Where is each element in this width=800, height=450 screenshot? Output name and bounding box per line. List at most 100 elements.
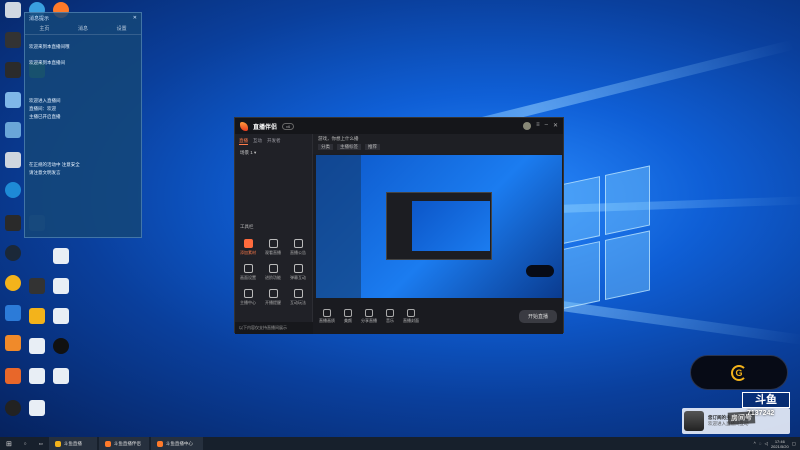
edge-icon[interactable] xyxy=(2,182,24,198)
app-bottom-bar: 直播画质 美颜 分享直播 音乐 直播封面 开始直播 xyxy=(313,298,563,334)
desktop-icon[interactable] xyxy=(50,308,72,324)
qq-icon[interactable] xyxy=(2,400,24,416)
taskbar-app[interactable]: 斗鱼直播中心 xyxy=(150,437,203,450)
system-tray[interactable]: ^ ◌ ◁ 17:46 2021/5/20 ▢ xyxy=(754,439,800,449)
footer-note: 以下内容仅支持直播间展示 xyxy=(235,322,313,334)
tag[interactable]: 推荐 xyxy=(365,144,380,150)
g-logo-icon: G xyxy=(731,364,747,381)
floating-widget[interactable]: G xyxy=(690,355,788,390)
close-icon[interactable]: ✕ xyxy=(553,122,558,130)
desktop-icon[interactable] xyxy=(26,278,48,294)
tool-notice[interactable]: 直播公告 xyxy=(287,239,309,256)
tool-screen[interactable]: 画面设置 xyxy=(237,264,259,281)
chat-message: 欢迎来到本直播间 xyxy=(29,60,65,65)
close-icon[interactable]: ✕ xyxy=(133,15,137,21)
tool-watch[interactable]: 观看直播 xyxy=(262,239,284,256)
network-icon[interactable]: ◌ xyxy=(759,441,762,446)
chat-tab[interactable]: 消息 xyxy=(78,25,88,32)
btn-share[interactable]: 分享直播 xyxy=(361,308,377,324)
stream-title[interactable]: 游戏，你想上什么播 xyxy=(318,136,558,142)
desktop-icon[interactable] xyxy=(2,62,24,78)
tool-add-source[interactable]: 添加素材 xyxy=(237,239,259,256)
preview-nested-desktop xyxy=(316,155,361,298)
desktop-icon[interactable] xyxy=(50,338,72,354)
desktop-icon[interactable] xyxy=(26,308,48,324)
room-id: 7137242 xyxy=(747,410,775,417)
chat-title: 消息提示 xyxy=(29,16,50,22)
chat-message: 请注意文明发言 xyxy=(29,170,61,175)
tool-play[interactable]: 互动玩法 xyxy=(287,289,309,306)
btn-music[interactable]: 音乐 xyxy=(386,308,394,324)
tool-remind[interactable]: 开播提醒 xyxy=(262,289,284,306)
shield-icon[interactable] xyxy=(2,305,24,321)
desktop-icon[interactable] xyxy=(2,2,24,18)
minimize-icon[interactable]: – xyxy=(545,122,548,130)
chat-message: 在正规的活动中 注意安全 xyxy=(29,162,80,167)
volume-icon[interactable]: ◁ xyxy=(764,441,767,447)
desktop-icon[interactable] xyxy=(26,400,48,416)
windows-logo-glow xyxy=(560,165,650,314)
desktop-icon[interactable] xyxy=(2,368,24,384)
start-live-button[interactable]: 开始直播 xyxy=(518,309,557,323)
tools-label: 工具栏 xyxy=(240,224,254,229)
tab-developer[interactable]: 开发者 xyxy=(267,138,281,145)
btn-beauty[interactable]: 美颜 xyxy=(344,308,352,324)
stream-preview[interactable] xyxy=(316,155,562,298)
menu-icon[interactable]: ≡ xyxy=(536,122,540,130)
taskbar-app[interactable]: 斗鱼直播伴侣 xyxy=(98,437,149,450)
app-brand: 直播伴侣 xyxy=(253,124,278,131)
start-button[interactable]: ⊞ xyxy=(0,437,18,450)
notification-icon[interactable]: ▢ xyxy=(792,441,796,447)
chat-message: 直播间：欢迎 xyxy=(29,106,56,111)
tool-danmu[interactable]: 弹幕互动 xyxy=(287,264,309,281)
desktop-icon[interactable] xyxy=(2,152,24,168)
taskbar: ⊞ ○ ▭ 斗鱼直播 斗鱼直播伴侣 斗鱼直播中心 ^ ◌ ◁ 17:46 2021… xyxy=(0,437,800,450)
version-badge: v6 xyxy=(282,122,295,130)
desktop-icon[interactable] xyxy=(2,215,24,231)
desktop-icon[interactable] xyxy=(50,278,72,294)
stream-title-bar[interactable]: 游戏，你想上什么播 分类 主播标签 推荐 xyxy=(313,134,563,154)
desktop-icon[interactable] xyxy=(2,122,24,138)
sidebar-tabs: 直播 互动 开发者 xyxy=(235,134,312,147)
tool-advanced[interactable]: 进阶功能 xyxy=(262,264,284,281)
tab-live[interactable]: 直播 xyxy=(239,138,248,145)
chat-panel[interactable]: 消息提示 ✕ 主页 消息 设置 欢迎来到本直播间哦 欢迎来到本直播间 欢迎进入直… xyxy=(24,12,142,238)
desktop-icon[interactable] xyxy=(2,275,24,291)
scene-selector[interactable]: 场景 1 ▾ xyxy=(235,147,312,159)
chat-header[interactable]: 消息提示 ✕ xyxy=(25,13,141,23)
chat-message: 欢迎来到本直播间哦 xyxy=(29,44,70,49)
tab-interact[interactable]: 互动 xyxy=(253,138,262,145)
desktop-icon[interactable] xyxy=(2,335,24,351)
chat-message: 欢迎进入直播间 xyxy=(29,98,61,103)
desktop-icon[interactable] xyxy=(26,368,48,384)
desktop-icon[interactable] xyxy=(26,338,48,354)
douyu-logo: 斗鱼 xyxy=(742,392,790,408)
desktop-icon[interactable] xyxy=(2,92,24,108)
app-titlebar[interactable]: 直播伴侣 v6 ≡ – ✕ xyxy=(235,118,563,134)
chat-tab[interactable]: 设置 xyxy=(117,25,127,32)
chevron-up-icon[interactable]: ^ xyxy=(754,441,756,446)
chat-tabs: 主页 消息 设置 xyxy=(25,23,141,35)
tag[interactable]: 分类 xyxy=(318,144,333,150)
flame-logo-icon xyxy=(240,121,248,131)
taskview-icon[interactable]: ▭ xyxy=(33,437,49,450)
btn-quality[interactable]: 直播画质 xyxy=(319,308,335,324)
btn-cover[interactable]: 直播封面 xyxy=(403,308,419,324)
steam-icon[interactable] xyxy=(2,245,24,261)
desktop-icon[interactable] xyxy=(50,368,72,384)
app-sidebar: 直播 互动 开发者 场景 1 ▾ 工具栏 添加素材 观看直播 直播公告 画面设置… xyxy=(235,134,313,334)
desktop-icon[interactable] xyxy=(2,32,24,48)
search-icon[interactable]: ○ xyxy=(18,437,33,450)
streaming-app-window[interactable]: 直播伴侣 v6 ≡ – ✕ 直播 互动 开发者 场景 1 ▾ 工具栏 添加素材 … xyxy=(234,117,564,334)
tag[interactable]: 主播标签 xyxy=(337,144,361,150)
clock[interactable]: 17:46 2021/5/20 xyxy=(771,439,789,449)
avatar xyxy=(684,411,704,431)
scene-label: 场景 1 xyxy=(240,150,253,155)
chat-message: 主播已开启直播 xyxy=(29,114,61,119)
preview-nested-app xyxy=(386,192,492,260)
avatar[interactable] xyxy=(523,122,532,130)
taskbar-app[interactable]: 斗鱼直播 xyxy=(48,437,97,450)
tool-center[interactable]: 主播中心 xyxy=(237,289,259,306)
chat-tab[interactable]: 主页 xyxy=(39,25,49,32)
desktop-icon[interactable] xyxy=(50,248,72,264)
